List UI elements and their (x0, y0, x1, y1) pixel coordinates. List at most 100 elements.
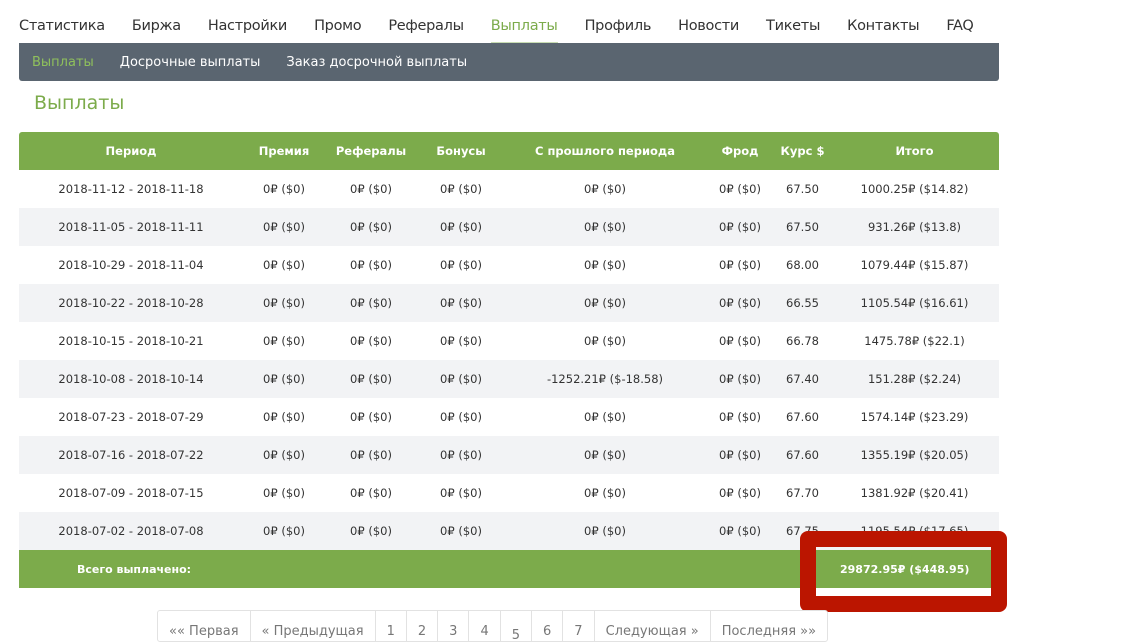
page-link[interactable]: 6 (532, 611, 564, 641)
table-cell: 0₽ ($0) (350, 258, 392, 272)
nav-item[interactable]: Биржа (132, 0, 181, 43)
column-header: Фрод (705, 132, 775, 170)
table-cell: 1000.25₽ ($14.82) (860, 182, 969, 196)
column-header: С прошлого периода (505, 132, 705, 170)
page-link[interactable]: 1 (376, 611, 407, 641)
table-cell: 0₽ ($0) (243, 512, 325, 550)
subnav-item[interactable]: Выплаты (32, 55, 94, 70)
table-cell: 0₽ ($0) (584, 486, 626, 500)
table-cell: 0₽ ($0) (705, 360, 775, 398)
table-cell: 0₽ ($0) (584, 334, 626, 348)
table-cell: 0₽ ($0) (417, 512, 505, 550)
table-cell: 0₽ ($0) (719, 410, 761, 424)
table-cell: 1381.92₽ ($20.41) (860, 486, 969, 500)
table-cell: 0₽ ($0) (440, 410, 482, 424)
table-cell: 2018-10-22 - 2018-10-28 (19, 284, 243, 322)
column-header: Итого (830, 132, 999, 170)
page-link[interactable]: 7 (563, 611, 595, 641)
table-cell: 68.00 (786, 258, 819, 272)
table-row: 2018-11-05 - 2018-11-11 0₽ ($0) 0₽ ($0) 0₽ … (19, 208, 999, 246)
table-cell: 0₽ ($0) (584, 182, 626, 196)
nav-item[interactable]: Рефералы (388, 0, 464, 43)
page-link[interactable]: 3 (438, 611, 470, 641)
table-cell: 2018-07-02 - 2018-07-08 (19, 512, 243, 550)
table-cell: 2018-07-16 - 2018-07-22 (19, 436, 243, 474)
table-cell: 0₽ ($0) (505, 436, 705, 474)
table-cell: 931.26₽ ($13.8) (830, 208, 999, 246)
nav-item[interactable]: Профиль (585, 0, 652, 43)
nav-item[interactable]: Настройки (208, 0, 288, 43)
table-cell: 0₽ ($0) (719, 334, 761, 348)
table-cell: 0₽ ($0) (350, 334, 392, 348)
page-link[interactable]: Последняя »» (711, 611, 827, 641)
table-cell: 0₽ ($0) (243, 208, 325, 246)
table-cell: 0₽ ($0) (505, 208, 705, 246)
table-cell: 0₽ ($0) (440, 486, 482, 500)
nav-item[interactable]: FAQ (946, 0, 973, 43)
table-cell: 67.60 (775, 436, 830, 474)
table-cell: 0₽ ($0) (719, 182, 761, 196)
table-cell: 0₽ ($0) (440, 334, 482, 348)
table-cell: 2018-11-12 - 2018-11-18 (58, 182, 204, 196)
table-header-row: Период Премия Рефералы Бонусы С прошлого пер… (19, 132, 999, 170)
table-cell: 2018-10-15 - 2018-10-21 (58, 334, 204, 348)
table-cell: 2018-10-29 - 2018-11-04 (58, 258, 204, 272)
column-header: Период (19, 132, 243, 170)
table-cell: 0₽ ($0) (263, 182, 305, 196)
page-link[interactable]: « Предыдущая (251, 611, 376, 641)
table-cell: 2018-11-05 - 2018-11-11 (19, 208, 243, 246)
table-cell: 0₽ ($0) (440, 258, 482, 272)
nav-item[interactable]: Статистика (19, 0, 105, 43)
payouts-table: Период Премия Рефералы Бонусы С прошлого пер… (19, 132, 999, 588)
subnav-item[interactable]: Заказ досрочной выплаты (286, 55, 467, 70)
table-cell: 0₽ ($0) (417, 436, 505, 474)
table-cell: 0₽ ($0) (350, 486, 392, 500)
top-nav: Статистика Биржа Настройки Промо Рефералы Вып… (19, 0, 1001, 43)
nav-item[interactable]: Промо (314, 0, 362, 43)
column-header: Бонусы (417, 132, 505, 170)
page-link[interactable]: 5 (501, 611, 532, 643)
table-cell: 2018-07-23 - 2018-07-29 (58, 410, 204, 424)
table-row: 2018-10-08 - 2018-10-14 0₽ ($0) 0₽ ($0) 0₽ … (19, 360, 999, 398)
total-spacer (417, 550, 830, 588)
sub-nav: Выплаты Досрочные выплаты Заказ досрочной … (19, 43, 999, 81)
table-cell: 1475.78₽ ($22.1) (864, 334, 965, 348)
nav-item[interactable]: Контакты (847, 0, 920, 43)
page-link[interactable]: 4 (469, 611, 501, 641)
table-row: 2018-07-09 - 2018-07-15 0₽ ($0) 0₽ ($0) 0₽ … (19, 474, 999, 512)
table-cell: 0₽ ($0) (350, 182, 392, 196)
table-cell: 0₽ ($0) (417, 208, 505, 246)
table-cell: 0₽ ($0) (705, 436, 775, 474)
table-cell: 67.70 (786, 486, 819, 500)
page-link[interactable]: 2 (407, 611, 439, 641)
table-cell: 0₽ ($0) (263, 258, 305, 272)
table-cell: 2018-10-08 - 2018-10-14 (19, 360, 243, 398)
table-cell: 1105.54₽ ($16.61) (830, 284, 999, 322)
table-cell: 0₽ ($0) (325, 436, 417, 474)
table-cell: 0₽ ($0) (263, 334, 305, 348)
table-cell: 66.55 (775, 284, 830, 322)
table-cell: 1355.19₽ ($20.05) (830, 436, 999, 474)
page-title: Выплаты (34, 92, 125, 114)
page-link[interactable]: «« Первая (158, 611, 251, 641)
table-cell: 0₽ ($0) (243, 360, 325, 398)
table-cell: 151.28₽ ($2.24) (830, 360, 999, 398)
subnav-item[interactable]: Досрочные выплаты (120, 55, 261, 70)
table-row: 2018-11-12 - 2018-11-18 0₽ ($0) 0₽ ($0) 0₽ … (19, 170, 999, 208)
table-cell: 0₽ ($0) (705, 512, 775, 550)
nav-item[interactable]: Новости (678, 0, 739, 43)
table-cell: 0₽ ($0) (719, 486, 761, 500)
table-cell: 0₽ ($0) (584, 258, 626, 272)
column-header: Премия (243, 132, 325, 170)
table-cell: 66.78 (786, 334, 819, 348)
highlight-box (800, 531, 1007, 612)
page-link[interactable]: Следующая » (595, 611, 711, 641)
table-row: 2018-10-29 - 2018-11-04 0₽ ($0) 0₽ ($0) 0₽ … (19, 246, 999, 284)
table-cell: 0₽ ($0) (325, 208, 417, 246)
nav-item[interactable]: Тикеты (766, 0, 820, 43)
table-row: 2018-07-23 - 2018-07-29 0₽ ($0) 0₽ ($0) 0₽ … (19, 398, 999, 436)
table-cell: 0₽ ($0) (505, 284, 705, 322)
table-row: 2018-10-15 - 2018-10-21 0₽ ($0) 0₽ ($0) 0₽ … (19, 322, 999, 360)
table-cell: 0₽ ($0) (243, 284, 325, 322)
nav-item[interactable]: Выплаты (490, 0, 558, 43)
